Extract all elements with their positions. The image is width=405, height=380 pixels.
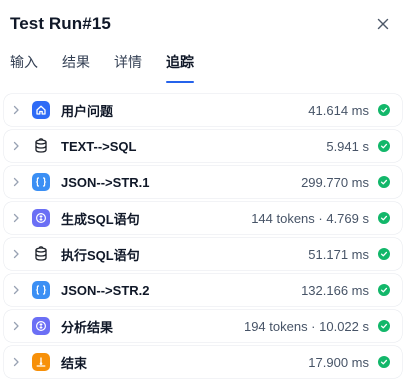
tab-bar: 输入 结果 详情 追踪 (10, 48, 395, 84)
success-check-icon (378, 284, 390, 296)
trace-step-metric: 194 tokens · 10.022 s (243, 318, 369, 334)
trace-step-metric: 17.900 ms (308, 354, 369, 370)
trace-step-metric: 144 tokens · 4.769 s (251, 210, 369, 226)
chevron-right-icon[interactable] (9, 105, 23, 115)
trace-step-name: JSON-->STR.2 (61, 282, 150, 298)
chevron-right-icon[interactable] (9, 321, 23, 331)
code-block-icon (32, 281, 50, 299)
success-check-icon (378, 176, 390, 188)
trace-row[interactable]: 结束 17.900 ms (4, 346, 402, 378)
chevron-right-icon[interactable] (9, 357, 23, 367)
chevron-right-icon[interactable] (9, 213, 23, 223)
panel-header: Test Run#15 (10, 12, 395, 36)
trace-row[interactable]: 分析结果 194 tokens · 10.022 s (4, 310, 402, 342)
trace-row[interactable]: 用户问题 41.614 ms (4, 94, 402, 126)
end-icon (32, 353, 50, 371)
success-check-icon (378, 320, 390, 332)
trace-step-name: 用户问题 (61, 103, 114, 119)
trace-step-metric: 51.171 ms (308, 246, 369, 262)
trace-step-name: 结束 (61, 355, 88, 371)
trace-step-name: TEXT-->SQL (61, 138, 137, 154)
trace-step-metric: 5.941 s (326, 138, 369, 154)
chevron-right-icon[interactable] (9, 141, 23, 151)
success-check-icon (378, 104, 390, 116)
close-icon[interactable] (373, 14, 393, 34)
tab-detail[interactable]: 详情 (114, 48, 142, 84)
llm-icon (32, 209, 50, 227)
chevron-right-icon[interactable] (9, 249, 23, 259)
trace-step-name: 执行SQL语句 (61, 247, 140, 263)
database-icon (32, 137, 50, 155)
tab-result[interactable]: 结果 (62, 48, 90, 84)
success-check-icon (378, 248, 390, 260)
trace-step-metric: 299.770 ms (301, 174, 369, 190)
chevron-right-icon[interactable] (9, 177, 23, 187)
tab-input[interactable]: 输入 (10, 48, 38, 84)
trace-row[interactable]: JSON-->STR.2 132.166 ms (4, 274, 402, 306)
trace-row[interactable]: JSON-->STR.1 299.770 ms (4, 166, 402, 198)
success-check-icon (378, 140, 390, 152)
trace-step-name: 生成SQL语句 (61, 211, 140, 227)
success-check-icon (378, 356, 390, 368)
trace-row[interactable]: 生成SQL语句 144 tokens · 4.769 s (4, 202, 402, 234)
success-check-icon (378, 212, 390, 224)
panel-title: Test Run#15 (10, 14, 111, 33)
trace-panel: Test Run#15 输入 结果 详情 追踪 用户问题 41.614 ms TEX… (0, 0, 405, 380)
chevron-right-icon[interactable] (9, 285, 23, 295)
trace-step-metric: 132.166 ms (301, 282, 369, 298)
database-icon (32, 245, 50, 263)
code-block-icon (32, 173, 50, 191)
llm-icon (32, 317, 50, 335)
tab-trace[interactable]: 追踪 (166, 48, 194, 84)
trace-step-name: JSON-->STR.1 (61, 174, 150, 190)
trace-row[interactable]: 执行SQL语句 51.171 ms (4, 238, 402, 270)
home-icon (32, 101, 50, 119)
trace-row[interactable]: TEXT-->SQL 5.941 s (4, 130, 402, 162)
trace-step-name: 分析结果 (61, 319, 114, 335)
trace-step-metric: 41.614 ms (308, 102, 369, 118)
